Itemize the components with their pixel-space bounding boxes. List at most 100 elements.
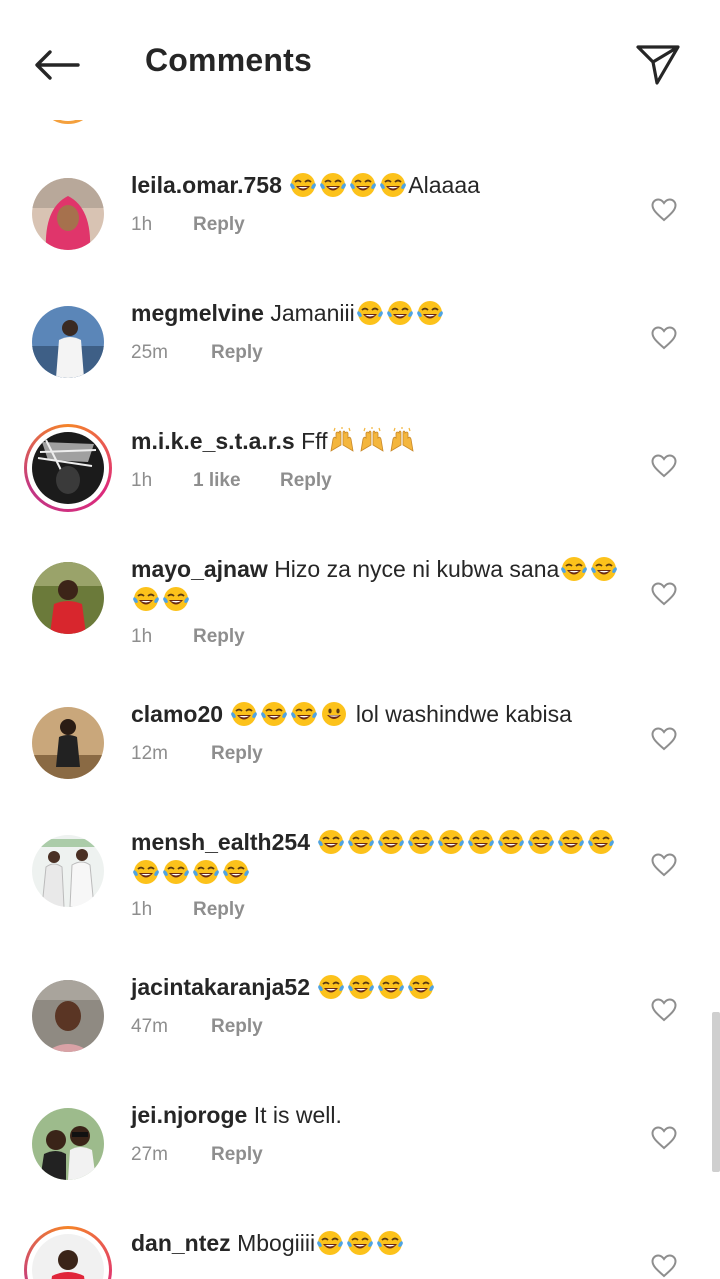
avatar[interactable]: [30, 1106, 106, 1182]
page-title: Comments: [145, 42, 312, 78]
tears-of-joy-emoji: [416, 299, 444, 327]
avatar-story[interactable]: [24, 424, 112, 512]
heart-outline-icon[interactable]: [651, 454, 677, 478]
top-bar: Comments: [0, 0, 720, 120]
reply-button[interactable]: Reply: [193, 899, 245, 921]
comment-time: 1h: [131, 470, 153, 491]
paper-plane-icon: [636, 45, 680, 85]
comment-text: Alaaaa: [408, 172, 480, 198]
likes-count[interactable]: 1 like: [193, 470, 280, 492]
tears-of-joy-emoji: [317, 973, 345, 1001]
comment-text: Mbogiiii: [237, 1230, 316, 1256]
scrollbar[interactable]: [712, 1012, 720, 1172]
reply-button[interactable]: Reply: [211, 342, 263, 364]
raising-hands-emoji: [358, 427, 386, 455]
comment-username[interactable]: clamo20: [131, 701, 223, 727]
comment-username[interactable]: dan_ntez: [131, 1230, 231, 1256]
comment-text: It is well.: [253, 1102, 342, 1128]
comment-username[interactable]: jacintakaranja52: [131, 974, 310, 1000]
raising-hands-emoji: [328, 427, 356, 455]
heart-outline-icon[interactable]: [651, 998, 677, 1022]
tears-of-joy-emoji: [527, 828, 555, 856]
comment-text: lol washindwe kabisa: [355, 701, 572, 727]
tears-of-joy-emoji: [407, 828, 435, 856]
comment-text: Jamaniii: [270, 300, 355, 326]
tears-of-joy-emoji: [319, 171, 347, 199]
avatar[interactable]: [30, 833, 106, 909]
emoji-group: [316, 974, 436, 1000]
tears-of-joy-emoji: [407, 973, 435, 1001]
emoji-group: [315, 1230, 405, 1256]
heart-outline-icon[interactable]: [651, 1254, 677, 1278]
heart-outline-icon[interactable]: [651, 198, 677, 222]
tears-of-joy-emoji: [162, 585, 190, 613]
tears-of-joy-emoji: [557, 828, 585, 856]
reply-button[interactable]: Reply: [211, 1016, 263, 1038]
tears-of-joy-emoji: [377, 828, 405, 856]
tears-of-joy-emoji: [437, 828, 465, 856]
comment-username[interactable]: m.i.k.e_s.t.a.r.s: [131, 428, 295, 454]
reply-button[interactable]: Reply: [211, 743, 263, 765]
comment-username[interactable]: leila.omar.758: [131, 172, 282, 198]
tears-of-joy-emoji: [290, 700, 318, 728]
avatar[interactable]: [30, 705, 106, 781]
comment-username[interactable]: mayo_ajnaw: [131, 556, 268, 582]
reply-button[interactable]: Reply: [193, 626, 245, 648]
avatar[interactable]: [30, 304, 106, 380]
comment-username[interactable]: mensh_ealth254: [131, 829, 310, 855]
heart-outline-icon[interactable]: [651, 1126, 677, 1150]
tears-of-joy-emoji: [467, 828, 495, 856]
comment-time: 1h: [131, 626, 153, 647]
tears-of-joy-emoji: [386, 299, 414, 327]
tears-of-joy-emoji: [349, 171, 377, 199]
avatar[interactable]: [30, 176, 106, 252]
tears-of-joy-emoji: [347, 973, 375, 1001]
tears-of-joy-emoji: [377, 973, 405, 1001]
raising-hands-emoji: [388, 427, 416, 455]
heart-outline-icon[interactable]: [651, 326, 677, 350]
comment-time: 25m: [131, 342, 168, 363]
comment-time: 27m: [131, 1144, 168, 1165]
comment-username[interactable]: megmelvine: [131, 300, 264, 326]
tears-of-joy-emoji: [590, 555, 618, 583]
reply-button[interactable]: Reply: [280, 470, 332, 492]
tears-of-joy-emoji: [132, 858, 160, 886]
tears-of-joy-emoji: [317, 828, 345, 856]
emoji-group: [229, 701, 349, 727]
tears-of-joy-emoji: [346, 1229, 374, 1257]
heart-outline-icon[interactable]: [651, 727, 677, 751]
tears-of-joy-emoji: [497, 828, 525, 856]
heart-outline-icon[interactable]: [651, 853, 677, 877]
comment-text: Hizo za nyce ni kubwa sana: [274, 556, 560, 582]
tears-of-joy-emoji: [222, 858, 250, 886]
tears-of-joy-emoji: [316, 1229, 344, 1257]
emoji-group: [355, 300, 445, 326]
comment-time: 1h: [131, 899, 153, 920]
avatar[interactable]: [30, 978, 106, 1054]
share-button[interactable]: [630, 40, 686, 90]
tears-of-joy-emoji: [560, 555, 588, 583]
comment-text: Fff: [301, 428, 328, 454]
tears-of-joy-emoji: [376, 1229, 404, 1257]
tears-of-joy-emoji: [192, 858, 220, 886]
avatar[interactable]: [30, 560, 106, 636]
arrow-left-icon: [35, 50, 80, 80]
back-button[interactable]: [28, 40, 84, 90]
tears-of-joy-emoji: [162, 858, 190, 886]
tears-of-joy-emoji: [260, 700, 288, 728]
grinning-emoji: [320, 700, 348, 728]
tears-of-joy-emoji: [587, 828, 615, 856]
tears-of-joy-emoji: [356, 299, 384, 327]
tears-of-joy-emoji: [289, 171, 317, 199]
tears-of-joy-emoji: [379, 171, 407, 199]
reply-button[interactable]: Reply: [211, 1144, 263, 1166]
reply-button[interactable]: Reply: [193, 214, 245, 236]
comment-time: 47m: [131, 1016, 168, 1037]
avatar-story[interactable]: [24, 1226, 112, 1279]
tears-of-joy-emoji: [132, 585, 160, 613]
comment-time: 1h: [131, 214, 153, 235]
comment-username[interactable]: jei.njoroge: [131, 1102, 247, 1128]
tears-of-joy-emoji: [347, 828, 375, 856]
heart-outline-icon[interactable]: [651, 582, 677, 606]
emoji-group: [327, 428, 417, 454]
